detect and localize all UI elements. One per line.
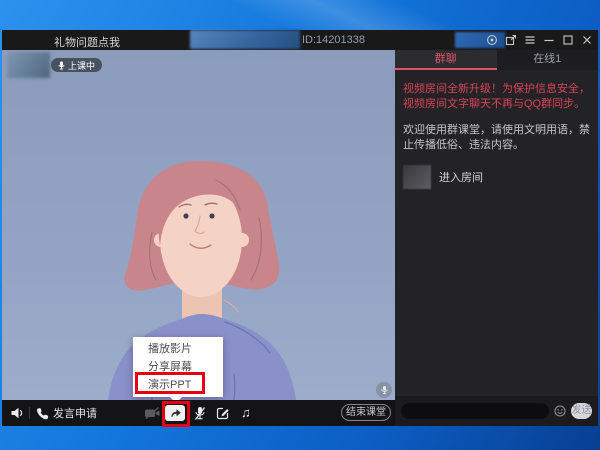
camera-off-icon — [144, 406, 161, 420]
chat-sidebar: 群聊 在线1 视频房间全新升级！为保护信息安全，视频房间文字聊天不再与QQ群同步… — [395, 50, 598, 426]
avatar — [403, 165, 431, 189]
end-class-button[interactable]: 结束课堂 — [341, 404, 391, 421]
censored-presenter-name — [7, 52, 50, 78]
chat-input-bar: 发送 — [395, 396, 598, 426]
video-stage: 上课中 播放影片 分享屏幕 演示PPT — [2, 50, 395, 400]
whiteboard-button[interactable] — [216, 400, 230, 426]
system-notice: 视频房间全新升级！为保护信息安全，视频房间文字聊天不再与QQ群同步。 — [403, 82, 590, 112]
close-icon[interactable] — [581, 34, 593, 46]
mic-off-icon — [193, 406, 207, 421]
title-bar: 礼物问题点我 ID:14201338 — [2, 30, 598, 50]
music-button[interactable]: ♫ — [241, 400, 251, 426]
menu-item-play-video[interactable]: 播放影片 — [133, 340, 223, 358]
toolbar-divider — [29, 407, 30, 419]
mic-indicator-icon — [376, 382, 392, 398]
maximize-icon[interactable] — [562, 34, 574, 46]
gift-promo-link[interactable]: 礼物问题点我 — [54, 34, 120, 50]
tab-online-list[interactable]: 在线1 — [497, 50, 599, 70]
camera-toggle-button[interactable] — [144, 400, 161, 426]
desktop-background — [0, 0, 600, 30]
bottom-toolbar: 发言申请 ♫ — [2, 400, 395, 426]
whiteboard-icon — [216, 406, 230, 420]
annotation-box-ppt-button — [162, 401, 190, 427]
phone-icon — [36, 407, 49, 420]
enter-room-row[interactable]: 进入房间 — [403, 165, 590, 189]
welcome-message: 欢迎使用群课堂，请使用文明用语，禁止传播低俗、违法内容。 — [403, 123, 590, 153]
voice-request-label: 发言申请 — [53, 405, 97, 421]
music-icon: ♫ — [241, 400, 251, 426]
popout-icon[interactable] — [505, 34, 517, 46]
status-badge: 上课中 — [51, 58, 102, 72]
menu-icon[interactable] — [524, 34, 536, 46]
minimize-icon[interactable] — [543, 34, 555, 46]
speaker-button[interactable] — [10, 400, 25, 426]
enter-room-label: 进入房间 — [439, 169, 483, 185]
mic-toggle-button[interactable] — [193, 400, 207, 426]
annotation-box-present-ppt-item — [135, 372, 205, 394]
badge-mic-icon — [58, 61, 65, 70]
record-icon[interactable] — [486, 34, 498, 46]
emoji-button[interactable] — [554, 405, 566, 417]
app-window: 礼物问题点我 ID:14201338 — [2, 30, 598, 426]
chat-messages: 视频房间全新升级！为保护信息安全，视频房间文字聊天不再与QQ群同步。 欢迎使用群… — [395, 70, 598, 396]
sidebar-tabs: 群聊 在线1 — [395, 50, 598, 70]
voice-request-button[interactable]: 发言申请 — [36, 400, 97, 426]
chat-input[interactable] — [401, 403, 549, 419]
censored-group-name — [190, 30, 300, 49]
emoji-icon — [554, 405, 566, 417]
send-button[interactable]: 发送 — [571, 403, 592, 419]
status-badge-label: 上课中 — [68, 59, 95, 72]
tab-group-chat[interactable]: 群聊 — [395, 50, 497, 70]
room-id: ID:14201338 — [302, 34, 365, 46]
speaker-icon — [10, 406, 25, 420]
